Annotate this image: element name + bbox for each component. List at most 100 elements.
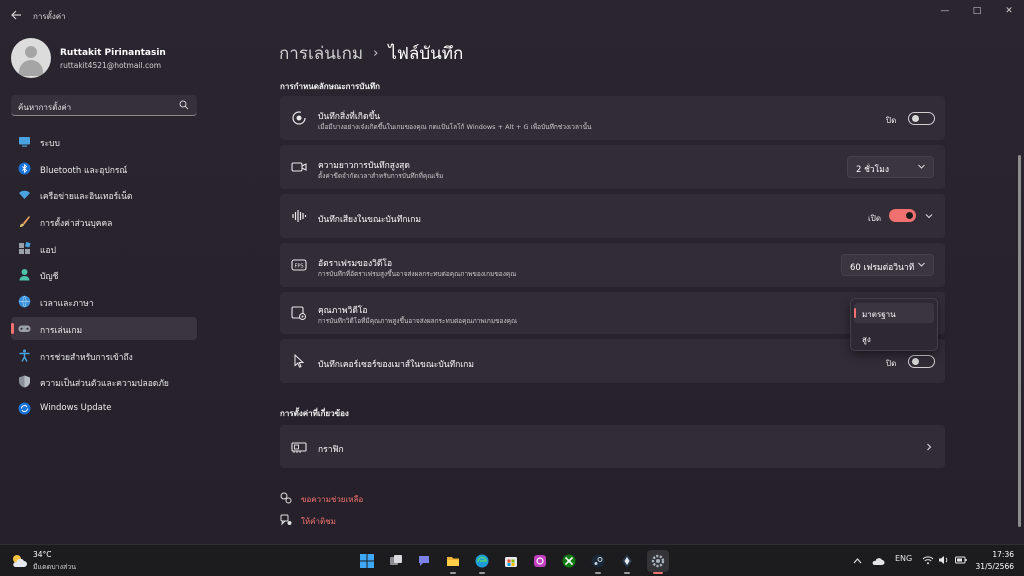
setting-max-recording-length: ความยาวการบันทึกสูงสุด ตั้งค่าขีดจำกัดเว…	[280, 145, 945, 189]
store-icon[interactable]	[500, 550, 522, 572]
setting-title: กราฟิก	[318, 445, 344, 455]
sidebar-item-apps[interactable]: แอป	[11, 237, 197, 260]
task-view-icon[interactable]	[385, 550, 407, 572]
sidebar-item-label: Windows Update	[40, 402, 112, 413]
setting-title: บันทึกเคอร์เซอร์ของเมาส์ในขณะบันทึกเกม	[318, 360, 474, 370]
sidebar-item-label: การช่วยสำหรับการเข้าถึง	[40, 352, 133, 363]
start-icon[interactable]	[356, 550, 378, 572]
record-icon	[292, 111, 306, 125]
xbox-icon[interactable]	[558, 550, 580, 572]
show-hidden-icons-icon[interactable]	[853, 557, 862, 564]
battery-icon[interactable]	[955, 555, 967, 565]
search-icon	[179, 100, 189, 110]
setting-description: ตั้งค่าขีดจำกัดเวลาสำหรับการบันทึกที่คุณ…	[318, 172, 444, 180]
section-header-recording: การกำหนดลักษณะการบันทึก	[280, 82, 380, 91]
sidebar-item-accessibility[interactable]: การช่วยสำหรับการเข้าถึง	[11, 344, 197, 367]
breadcrumb-parent[interactable]: การเล่นเกม	[279, 44, 363, 64]
option-label: มาตรฐาน	[862, 310, 896, 319]
onedrive-cloud-icon[interactable]	[871, 555, 885, 566]
dropdown-option-standard[interactable]: มาตรฐาน	[854, 303, 934, 323]
clock-time[interactable]: 17:36	[992, 550, 1014, 559]
dropdown-option-high[interactable]: สูง	[854, 328, 934, 348]
steam-icon[interactable]	[587, 550, 609, 574]
feedback-icon	[280, 514, 292, 526]
sidebar-item-label: เครือข่ายและอินเทอร์เน็ต	[40, 192, 133, 203]
settings-icon[interactable]	[647, 550, 669, 574]
active-indicator	[11, 322, 14, 334]
sidebar-item-accounts[interactable]: บัญชี	[11, 263, 197, 286]
sidebar-item-network[interactable]: เครือข่ายและอินเทอร์เน็ต	[11, 183, 197, 206]
breadcrumb-separator: ›	[373, 46, 379, 61]
clock-date[interactable]: 31/5/2566	[976, 562, 1014, 571]
expand-chevron-icon[interactable]	[924, 211, 934, 221]
volume-icon[interactable]	[938, 555, 950, 565]
sidebar-item-personalization[interactable]: การตั้งค่าส่วนบุคคล	[11, 210, 197, 233]
teams-chat-icon[interactable]	[413, 550, 435, 572]
sidebar-item-label: ความเป็นส่วนตัวและความปลอดภัย	[40, 379, 169, 390]
selected-indicator	[854, 308, 856, 318]
setting-title: บันทึกสิ่งที่เกิดขึ้น	[318, 112, 381, 122]
profile-name: Ruttakit Pirinantasin	[60, 48, 166, 58]
scrollbar[interactable]	[1018, 155, 1021, 527]
wifi-status-icon[interactable]	[922, 555, 934, 565]
file-explorer-icon[interactable]	[442, 550, 464, 574]
wifi-icon	[19, 191, 30, 200]
sidebar-item-time-language[interactable]: เวลาและภาษา	[11, 290, 197, 313]
weather-temperature: 34°C	[33, 550, 52, 559]
bluetooth-icon	[18, 162, 31, 175]
maximize-button[interactable]: □	[963, 4, 991, 18]
app-icon[interactable]	[529, 550, 551, 572]
search-placeholder: ค้นหาการตั้งค่า	[18, 103, 72, 112]
sidebar-item-bluetooth[interactable]: Bluetooth และอุปกรณ์	[11, 157, 197, 180]
minimize-button[interactable]: —	[931, 4, 959, 18]
video-quality-dropdown-menu: มาตรฐาน สูง	[850, 298, 938, 351]
sidebar-item-gaming[interactable]: การเล่นเกม	[11, 316, 197, 340]
fps-icon: FPS	[291, 259, 307, 271]
record-what-happened-toggle[interactable]	[908, 112, 935, 125]
brush-icon	[20, 216, 30, 228]
breadcrumb: การเล่นเกม › ไฟล์บันทึก	[279, 40, 463, 67]
video-camera-icon	[291, 162, 307, 172]
apps-icon	[19, 241, 31, 254]
link-label: ขอความช่วยเหลือ	[301, 495, 364, 504]
globe-clock-icon	[18, 295, 31, 308]
setting-title: คุณภาพวิดีโอ	[318, 306, 368, 316]
sidebar-item-label: การตั้งค่าส่วนบุคคล	[40, 219, 113, 230]
setting-record-cursor: บันทึกเคอร์เซอร์ของเมาส์ในขณะบันทึกเกม ป…	[280, 339, 945, 383]
gamepad-icon	[18, 325, 31, 332]
get-help-link[interactable]: ขอความช่วยเหลือ	[280, 492, 400, 506]
avatar[interactable]	[11, 38, 51, 78]
record-audio-toggle[interactable]	[889, 209, 916, 222]
sidebar-item-system[interactable]: ระบบ	[11, 130, 197, 153]
close-button[interactable]: ✕	[995, 4, 1023, 18]
audio-waveform-icon	[292, 210, 307, 222]
give-feedback-link[interactable]: ให้คำติชม	[280, 514, 400, 528]
frame-rate-dropdown[interactable]: 60 เฟรมต่อวินาที	[841, 254, 934, 276]
option-label: สูง	[862, 335, 871, 344]
update-icon	[18, 402, 31, 415]
search-input[interactable]: ค้นหาการตั้งค่า	[11, 95, 197, 116]
setting-description: การบันทึกที่อัตราเฟรมสูงขึ้นอาจส่งผลกระท…	[318, 270, 517, 278]
toggle-state-label: ปิด	[886, 116, 897, 125]
setting-video-frame-rate: FPS อัตราเฟรมของวิดีโอ การบันทึกที่อัตรา…	[280, 243, 945, 287]
setting-graphics[interactable]: กราฟิก	[280, 425, 945, 468]
setting-description: เมื่อมีบางอย่างเจ๋งเกิดขึ้นในเกมของคุณ ก…	[318, 123, 592, 131]
page-title: ไฟล์บันทึก	[388, 44, 464, 64]
settings-window: การตั้งค่า — □ ✕ Ruttakit Pirinantasin r…	[0, 0, 1024, 544]
title-bar: การตั้งค่า — □ ✕	[0, 0, 1024, 30]
edge-icon[interactable]	[471, 550, 493, 574]
sidebar-item-label: เวลาและภาษา	[40, 299, 94, 310]
back-arrow-icon[interactable]	[8, 8, 24, 22]
setting-title: บันทึกเสียงในขณะบันทึกเกม	[318, 215, 422, 225]
accessibility-icon	[19, 349, 30, 362]
section-header-related: การตั้งค่าที่เกี่ยวข้อง	[280, 409, 349, 418]
sidebar-item-label: การเล่นเกม	[40, 325, 83, 336]
sidebar-item-windows-update[interactable]: Windows Update	[11, 397, 197, 420]
monitor-icon	[19, 137, 30, 147]
game-icon[interactable]	[616, 550, 638, 574]
sidebar-item-privacy[interactable]: ความเป็นส่วนตัวและความปลอดภัย	[11, 370, 197, 393]
person-icon	[19, 269, 30, 281]
input-language-indicator[interactable]: ENG	[895, 554, 912, 563]
record-cursor-toggle[interactable]	[908, 355, 935, 368]
max-length-dropdown[interactable]: 2 ชั่วโมง	[847, 156, 934, 178]
